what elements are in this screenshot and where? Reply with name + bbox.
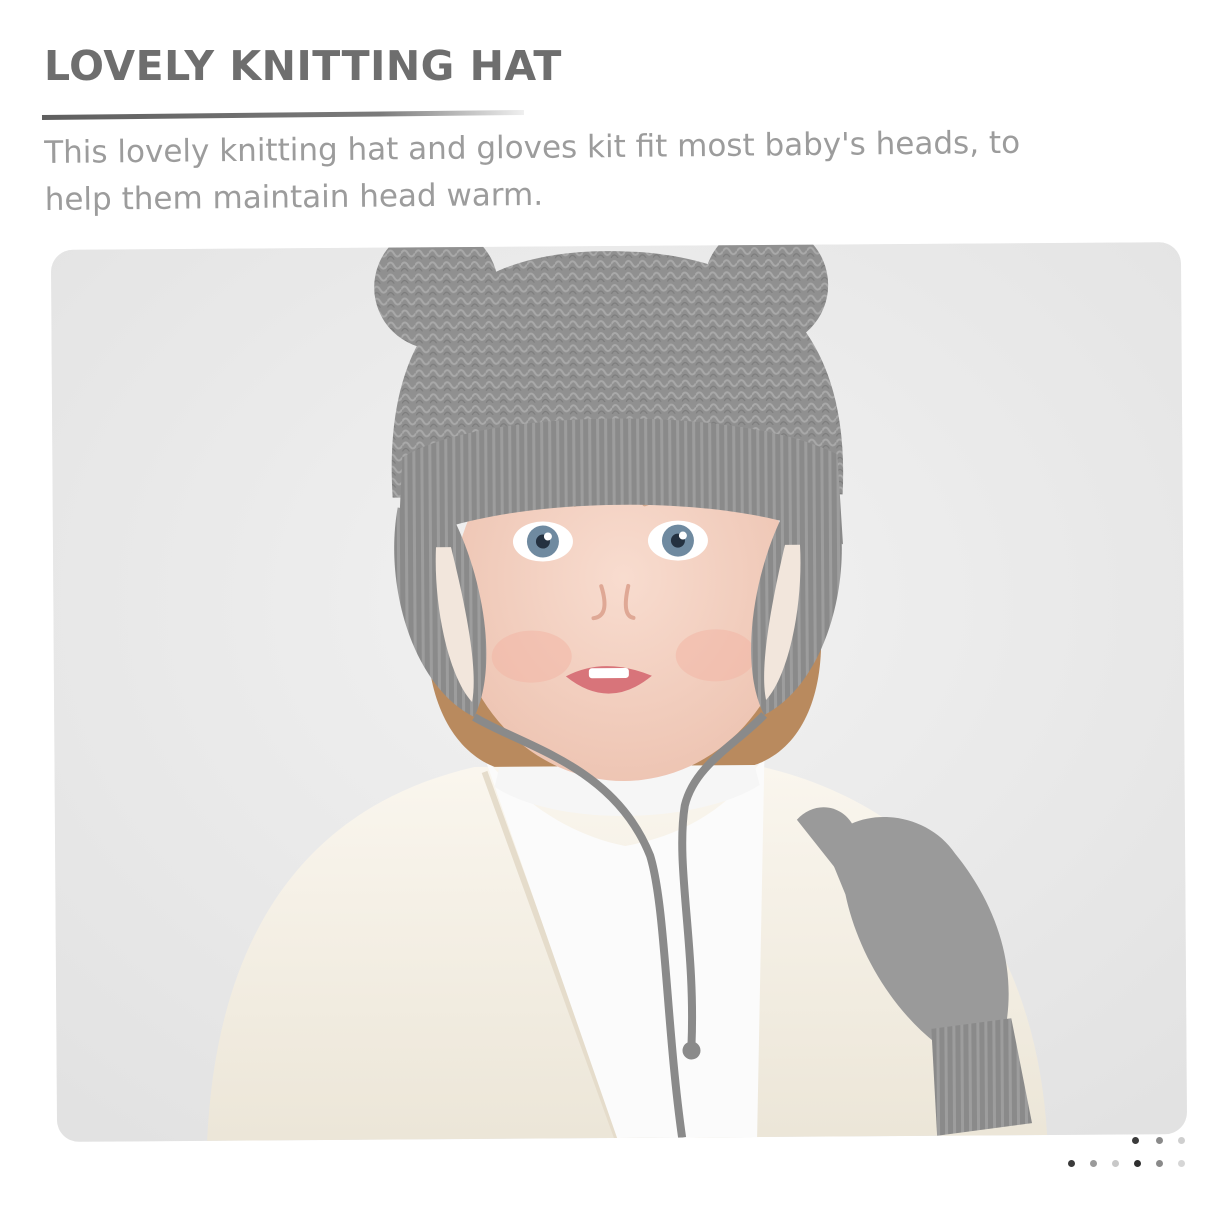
pager-dot[interactable] xyxy=(1090,1160,1097,1167)
pager-dot[interactable] xyxy=(1068,1160,1075,1167)
pager-dot[interactable] xyxy=(1112,1160,1119,1167)
slide-pager xyxy=(1060,1134,1190,1174)
pager-dot[interactable] xyxy=(1178,1160,1185,1167)
title-underline xyxy=(41,109,524,120)
toddler-illustration xyxy=(50,242,1188,1142)
pager-dot[interactable] xyxy=(1156,1160,1163,1167)
pager-dot[interactable] xyxy=(1132,1137,1139,1144)
page-title: LOVELY KNITTING HAT xyxy=(44,42,562,90)
pager-dot[interactable] xyxy=(1134,1160,1141,1167)
product-photo xyxy=(50,242,1188,1142)
pager-dot[interactable] xyxy=(1178,1137,1185,1144)
product-slide: LOVELY KNITTING HAT This lovely knitting… xyxy=(0,0,1224,1224)
pager-dot[interactable] xyxy=(1156,1137,1163,1144)
product-description: This lovely knitting hat and gloves kit … xyxy=(44,124,1021,218)
